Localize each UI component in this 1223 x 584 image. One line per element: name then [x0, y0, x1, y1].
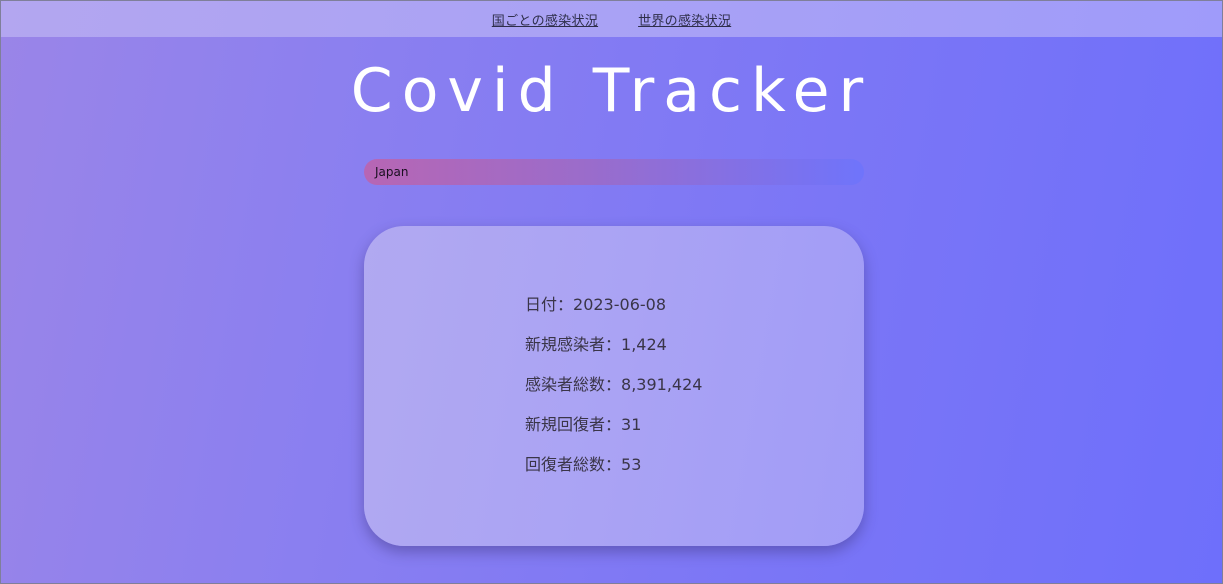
- stat-total-recovered-label: 回復者総数：: [525, 455, 622, 474]
- stat-new-recovered-value: 31: [621, 415, 642, 434]
- stats-card: 日付：2023-06-08 新規感染者：1,424 感染者総数：8,391,42…: [364, 226, 864, 546]
- nav-link-world-status[interactable]: 世界の感染状況: [638, 10, 731, 29]
- stats-list: 日付：2023-06-08 新規感染者：1,424 感染者総数：8,391,42…: [525, 294, 702, 494]
- stat-total-cases: 感染者総数：8,391,424: [525, 374, 702, 414]
- stat-new-recovered: 新規回復者：31: [525, 414, 702, 454]
- stat-total-cases-value: 8,391,424: [621, 375, 703, 394]
- stat-date-value: 2023-06-08: [573, 295, 666, 314]
- stat-new-cases-label: 新規感染者：: [525, 335, 622, 354]
- stat-total-cases-label: 感染者総数：: [525, 375, 622, 394]
- top-nav: 国ごとの感染状況 世界の感染状況: [1, 1, 1222, 37]
- stat-new-recovered-label: 新規回復者：: [525, 415, 622, 434]
- stat-date-label: 日付：: [525, 295, 574, 314]
- nav-link-country-status[interactable]: 国ごとの感染状況: [492, 10, 598, 29]
- country-select-value: Japan: [375, 165, 409, 179]
- stat-date: 日付：2023-06-08: [525, 294, 702, 334]
- page-title: Covid Tracker: [350, 56, 873, 126]
- country-select[interactable]: Japan: [364, 159, 864, 185]
- stat-new-cases: 新規感染者：1,424: [525, 334, 702, 374]
- stat-total-recovered-value: 53: [621, 455, 642, 474]
- stat-total-recovered: 回復者総数：53: [525, 454, 702, 494]
- stat-new-cases-value: 1,424: [621, 335, 667, 354]
